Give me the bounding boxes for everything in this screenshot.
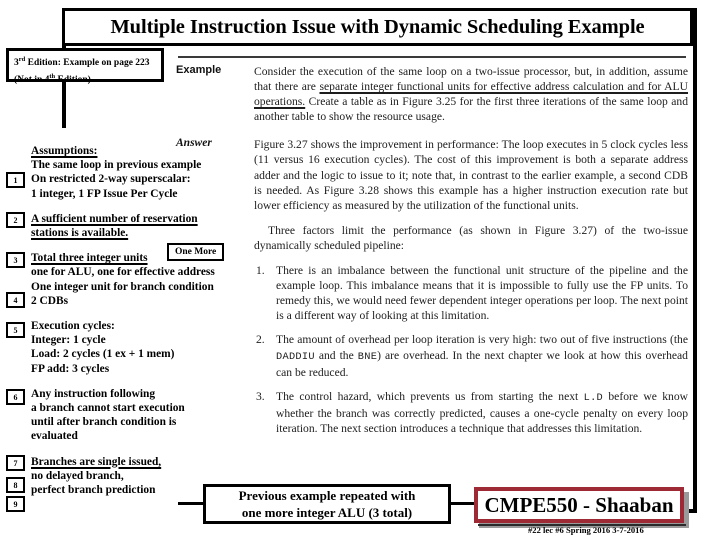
edition-note-box: 3rd Edition: Example on page 223 (Not in…: [6, 48, 164, 85]
note-spacer: [31, 308, 231, 319]
example-paragraph: Consider the execution of the same loop …: [254, 65, 689, 124]
course-logo-box: CMPE550 - Shaaban: [474, 487, 684, 523]
note-assumptions-line-2: On restricted 2-way superscalar:: [31, 173, 191, 186]
caption-leader-left: [178, 502, 205, 505]
instruction-daddiu: DADDIU: [276, 350, 315, 363]
instruction-bne: BNE: [357, 350, 378, 363]
list-item: 2. The amount of overhead per loop iterat…: [256, 333, 688, 379]
list-item-number: 2.: [256, 333, 265, 347]
note-assumptions-line-3: 1 integer, 1 FP Issue Per Cycle: [31, 187, 178, 200]
instruction-ld: L.D: [583, 391, 604, 404]
note-reservation-line-2: stations is available.: [31, 227, 129, 240]
slide-title-box: Multiple Instruction Issue with Dynamic …: [62, 8, 693, 46]
note-branch-line-3: until after branch condition is: [31, 416, 177, 429]
note-spacer: [31, 201, 231, 212]
edition-note-line-2: (Not in 4th Edition): [14, 73, 91, 86]
note-spacer: [31, 376, 231, 387]
caption-leader-right: [449, 502, 475, 505]
note-branch-line-1: Any instruction following: [31, 387, 156, 400]
note-assumptions-line-1: The same loop in previous example: [31, 159, 202, 172]
note-integer-units-line-3: 2 CDBs: [31, 294, 69, 307]
note-exec-line-3: FP add: 3 cycles: [31, 362, 110, 375]
note-spacer: [31, 444, 231, 455]
course-logo-text: CMPE550 - Shaaban: [484, 492, 674, 517]
animation-marker-2[interactable]: 2: [6, 212, 25, 228]
note-exec-line-1: Integer: 1 cycle: [31, 334, 106, 347]
note-single-issue-line-1: no delayed branch,: [31, 469, 124, 482]
note-assumptions-heading: Assumptions:: [31, 145, 98, 157]
note-branch-line-2: a branch cannot start execution: [31, 402, 185, 415]
page-title: Multiple Instruction Issue with Dynamic …: [110, 15, 645, 38]
scanned-textbook-excerpt: Example Consider the execution of the sa…: [176, 56, 688, 445]
animation-marker-3[interactable]: 3: [6, 252, 25, 268]
list-item-number: 1.: [256, 264, 265, 278]
list-item: 3. The control hazard, which prevents us …: [256, 389, 688, 435]
slide-canvas: Multiple Instruction Issue with Dynamic …: [0, 0, 720, 540]
answer-block: Answer Figure 3.27 shows the improvement…: [176, 137, 688, 212]
footer-info: #22 lec #6 Spring 2016 3-7-2016: [528, 525, 644, 535]
limiting-factors-list: 1. There is an imbalance between the fun…: [254, 263, 688, 436]
example-label: Example: [176, 64, 222, 76]
frame-right-rule: [693, 8, 697, 513]
list-item-text: There is an imbalance between the functi…: [276, 264, 688, 323]
note-single-issue-heading: Branches are single issued,: [31, 455, 162, 468]
note-reservation-line-1: A sufficient number of reservation: [31, 212, 198, 225]
caption-line-1: Previous example repeated with: [238, 488, 416, 503]
animation-marker-8[interactable]: 8: [6, 477, 25, 493]
list-item-number: 3.: [256, 389, 265, 403]
note-integer-units-line-1: one for ALU, one for effective address: [31, 266, 215, 279]
note-integer-units-line-2: One integer unit for branch condition: [31, 280, 214, 293]
animation-marker-5[interactable]: 5: [6, 322, 25, 338]
scan-top-rule: [178, 56, 686, 58]
one-more-badge: One More: [167, 243, 225, 261]
note-branch-line-4: evaluated: [31, 430, 78, 443]
list-item: 1. There is an imbalance between the fun…: [254, 263, 688, 323]
caption-line-2: one more integer ALU (3 total): [241, 505, 413, 520]
caption-callout-box: Previous example repeated with one more …: [203, 484, 451, 524]
note-single-issue-line-2: perfect branch prediction: [31, 484, 156, 497]
example-block: Example Consider the execution of the sa…: [176, 64, 688, 124]
three-factors-paragraph: Three factors limit the performance (as …: [254, 223, 688, 252]
animation-marker-6[interactable]: 6: [6, 389, 25, 405]
annotation-notes-column: Assumptions: The same loop in previous e…: [31, 144, 231, 497]
edition-note-line-1: 3rd Edition: Example on page 223: [14, 56, 150, 69]
animation-marker-9[interactable]: 9: [6, 496, 25, 512]
animation-marker-1[interactable]: 1: [6, 172, 25, 188]
animation-marker-4[interactable]: 4: [6, 292, 25, 308]
note-exec-heading: Execution cycles:: [31, 320, 115, 333]
answer-paragraph: Figure 3.27 shows the improvement in per…: [254, 138, 688, 212]
note-exec-line-2: Load: 2 cycles (1 ex + 1 mem): [31, 348, 175, 361]
animation-marker-7[interactable]: 7: [6, 455, 25, 471]
